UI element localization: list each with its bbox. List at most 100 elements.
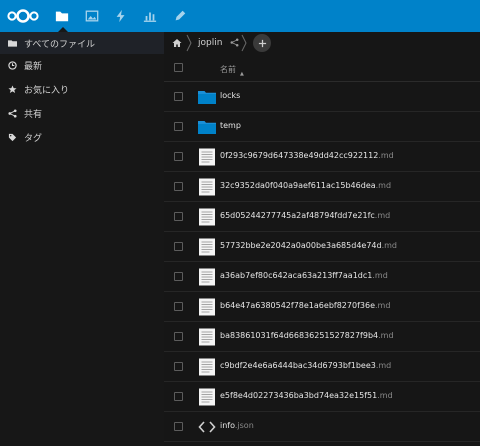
plus-icon (258, 39, 266, 47)
file-basename: 57732bbe2e2042a0a00be3a685d4e74d (220, 241, 382, 250)
breadcrumb: joplin (164, 32, 480, 54)
file-basename: e5f8e4d02273436ba3bd74ea32e15f51 (220, 391, 378, 400)
sidebar-item-label: 最新 (24, 61, 43, 72)
text-file-icon (199, 208, 215, 226)
file-name[interactable]: a36ab7ef80c642aca63a213ff7aa1dc1.md (220, 271, 388, 280)
text-file-icon (199, 268, 215, 286)
file-name[interactable]: 32c9352da0f040a9aef611ac15b46dea.md (220, 181, 391, 190)
file-row[interactable]: temp (164, 112, 480, 142)
file-row[interactable]: a36ab7ef80c642aca63a213ff7aa1dc1.md (164, 262, 480, 292)
sidebar-item-label: すべてのファイル (24, 39, 96, 50)
clock-icon (0, 60, 24, 70)
text-file-icon (199, 178, 215, 196)
file-extension: .md (375, 361, 392, 370)
sidebar-item-all-files[interactable]: すべてのファイル (0, 32, 164, 54)
home-icon[interactable] (172, 38, 182, 48)
text-file-icon (199, 328, 215, 346)
file-name[interactable]: e5f8e4d02273436ba3bd74ea32e15f51.md (220, 391, 393, 400)
row-checkbox[interactable] (174, 122, 183, 131)
select-all-checkbox[interactable] (174, 63, 183, 72)
name-column-header[interactable]: 名前 ▲ (220, 64, 244, 77)
row-checkbox[interactable] (174, 332, 183, 341)
share-icon (0, 108, 24, 118)
sidebar-item-shared[interactable]: 共有 (0, 102, 164, 124)
file-name[interactable]: ba83861031f64d66836251527827f9b4.md (220, 331, 394, 340)
file-basename: a36ab7ef80c642aca63a213ff7aa1dc1 (220, 271, 373, 280)
sidebar-item-recent[interactable]: 最新 (0, 54, 164, 76)
file-extension: .md (378, 151, 394, 160)
file-basename: 32c9352da0f040a9aef611ac15b46dea (220, 181, 376, 190)
add-new-button[interactable] (253, 34, 271, 52)
file-row[interactable]: e5f8e4d02273436ba3bd74ea32e15f51.md (164, 382, 480, 412)
file-name[interactable]: 0f293c9679d647338e49dd42cc922112.md (220, 151, 394, 160)
sort-ascending-icon: ▲ (240, 71, 244, 77)
row-checkbox[interactable] (174, 152, 183, 161)
file-basename: 65d05244277745a2af48794fdd7e21fc (220, 211, 375, 220)
file-basename: locks (220, 91, 241, 100)
file-row[interactable]: c9bdf2e4e6a6444bac34d6793bf1bee3.md (164, 352, 480, 382)
table-header: 名前 ▲ (164, 54, 480, 82)
file-basename: b64e47a6380542f78e1a6ebf8270f36e (220, 301, 375, 310)
photos-app-icon[interactable] (78, 0, 106, 32)
row-checkbox[interactable] (174, 92, 183, 101)
row-checkbox[interactable] (174, 362, 183, 371)
file-extension: .json (234, 421, 254, 430)
folder-icon (198, 121, 216, 134)
monitoring-app-icon[interactable] (136, 0, 164, 32)
text-file-icon (199, 148, 215, 166)
file-name[interactable]: b64e47a6380542f78e1a6ebf8270f36e.md (220, 301, 390, 310)
row-checkbox[interactable] (174, 242, 183, 251)
file-basename: c9bdf2e4e6a6444bac34d6793bf1bee3 (220, 361, 376, 370)
text-file-icon (199, 388, 215, 406)
folder-icon (198, 91, 216, 104)
breadcrumb-separator-icon (241, 34, 247, 52)
sidebar-item-tags[interactable]: タグ (0, 126, 164, 148)
file-name[interactable]: 65d05244277745a2af48794fdd7e21fc.md (220, 211, 390, 220)
name-column-label: 名前 (220, 65, 236, 74)
file-row[interactable]: b64e47a6380542f78e1a6ebf8270f36e.md (164, 292, 480, 322)
text-file-icon (199, 238, 215, 256)
star-icon (0, 84, 24, 94)
file-row[interactable]: info.json (164, 412, 480, 442)
file-basename: ba83861031f64d66836251527827f9b4 (220, 331, 379, 340)
file-extension: .md (381, 241, 398, 250)
row-checkbox[interactable] (174, 302, 183, 311)
file-row[interactable]: ba83861031f64d66836251527827f9b4.md (164, 322, 480, 352)
share-icon[interactable] (230, 38, 239, 47)
row-checkbox[interactable] (174, 422, 183, 431)
file-basename: 0f293c9679d647338e49dd42cc922112 (220, 151, 379, 160)
file-list-panel: joplin 名前 ▲ locks temp 0f293c9679d647338e49… (164, 32, 480, 446)
sidebar-item-label: 共有 (24, 109, 43, 120)
sidebar-item-label: お気に入り (24, 85, 70, 96)
nextcloud-logo[interactable] (6, 6, 40, 26)
file-basename: temp (220, 121, 241, 130)
file-extension: .md (377, 391, 393, 400)
text-file-icon (199, 358, 215, 376)
file-extension: .md (375, 181, 392, 190)
breadcrumb-folder[interactable]: joplin (198, 38, 222, 48)
notes-app-icon[interactable] (166, 0, 194, 32)
row-checkbox[interactable] (174, 272, 183, 281)
file-row[interactable]: 32c9352da0f040a9aef611ac15b46dea.md (164, 172, 480, 202)
files-app-icon[interactable] (48, 0, 76, 32)
row-checkbox[interactable] (174, 392, 183, 401)
code-file-icon (198, 421, 216, 433)
activity-app-icon[interactable] (107, 0, 135, 32)
sidebar-item-label: タグ (24, 133, 43, 144)
file-name[interactable]: 57732bbe2e2042a0a00be3a685d4e74d.md (220, 241, 397, 250)
file-name[interactable]: locks (220, 91, 240, 100)
file-row[interactable]: 65d05244277745a2af48794fdd7e21fc.md (164, 202, 480, 232)
file-row[interactable]: 57732bbe2e2042a0a00be3a685d4e74d.md (164, 232, 480, 262)
sidebar-item-favorites[interactable]: お気に入り (0, 78, 164, 100)
file-name[interactable]: c9bdf2e4e6a6444bac34d6793bf1bee3.md (220, 361, 391, 370)
file-extension: .md (372, 271, 388, 280)
file-name[interactable]: info.json (220, 421, 254, 430)
row-checkbox[interactable] (174, 212, 183, 221)
file-row[interactable]: 0f293c9679d647338e49dd42cc922112.md (164, 142, 480, 172)
file-name[interactable]: temp (220, 121, 241, 130)
file-extension: .md (378, 331, 394, 340)
breadcrumb-separator-icon (186, 34, 192, 52)
row-checkbox[interactable] (174, 182, 183, 191)
file-row[interactable]: locks (164, 82, 480, 112)
text-file-icon (199, 298, 215, 316)
